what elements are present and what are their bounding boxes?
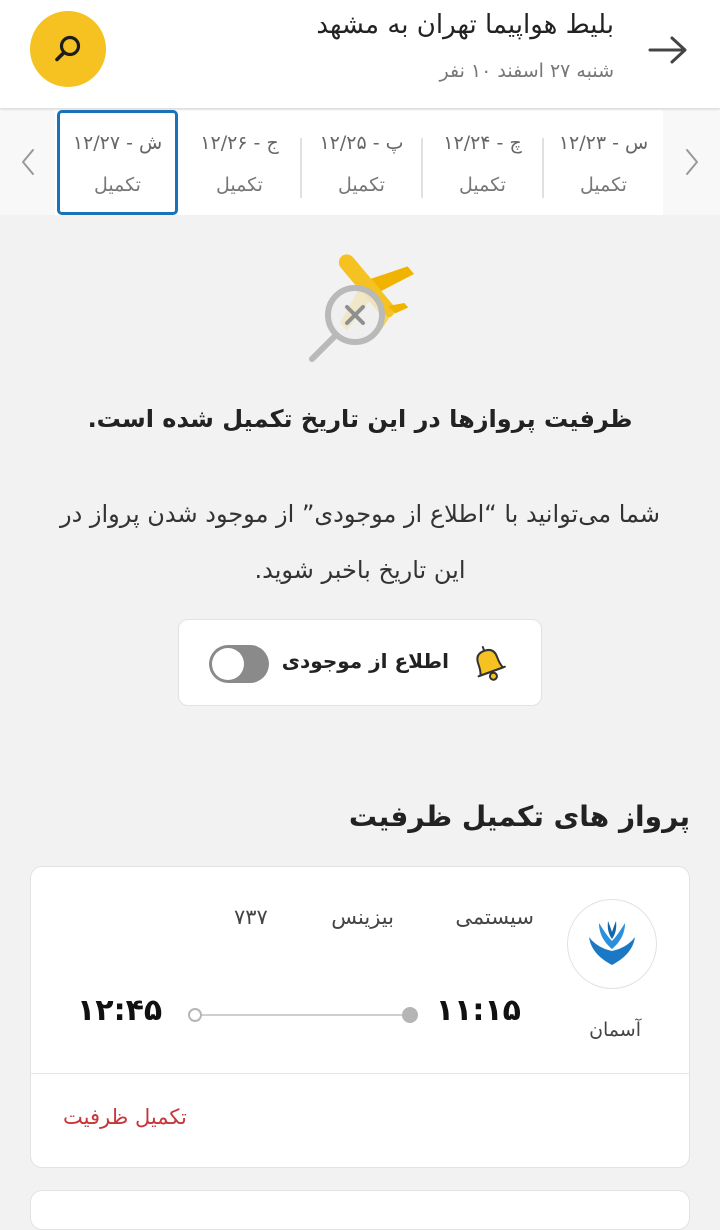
date-label: ش - ۱۲/۲۷ xyxy=(72,132,163,154)
bell-icon xyxy=(476,646,506,681)
toggle-knob xyxy=(212,648,244,680)
departure-time: ۱۱:۱۵ xyxy=(435,993,521,1028)
arrow-right-icon xyxy=(648,36,687,64)
capacity-status-badge: تکمیل ظرفیت xyxy=(63,1105,187,1129)
flight-card[interactable]: آسمان سیستمی بیزینس ۷۳۷ ۱۱:۱۵ ۱۲:۴۵ تکمی… xyxy=(30,866,690,1168)
empty-state-description: شما می‌توانید با “اطلاع از موجودی” از مو… xyxy=(30,486,690,598)
date-selector: ش - ۱۲/۲۷ تکمیل ج - ۱۲/۲۶ تکمیل پ - ۱۲/۲… xyxy=(0,110,720,215)
previous-dates-button[interactable] xyxy=(8,140,48,184)
date-tab[interactable]: ج - ۱۲/۲۶ تکمیل xyxy=(179,110,300,215)
date-status: تکمیل xyxy=(338,174,385,196)
card-divider xyxy=(31,1073,689,1074)
search-summary: شنبه ۲۷ اسفند ۱۰ نفر xyxy=(439,60,614,82)
chevron-left-icon xyxy=(22,149,34,175)
top-bar: بلیط هواپیما تهران به مشهد شنبه ۲۷ اسفند… xyxy=(0,0,720,108)
empty-state-line-2: این تاریخ باخبر شوید. xyxy=(254,556,466,584)
empty-state-line-1: شما می‌توانید با “اطلاع از موجودی” از مو… xyxy=(59,500,660,528)
page-title: بلیط هواپیما تهران به مشهد xyxy=(316,10,614,40)
date-label: پ - ۱۲/۲۵ xyxy=(319,132,404,154)
next-dates-button[interactable] xyxy=(672,140,712,184)
date-tab[interactable]: پ - ۱۲/۲۵ تکمیل xyxy=(301,110,422,215)
no-flights-illustration xyxy=(300,245,420,370)
flight-card-next[interactable] xyxy=(30,1190,690,1230)
search-button[interactable] xyxy=(30,11,106,87)
airline-name: آسمان xyxy=(589,1019,641,1041)
arrival-time: ۱۲:۴۵ xyxy=(77,993,163,1028)
date-status: تکمیل xyxy=(580,174,627,196)
chevron-right-icon xyxy=(686,149,698,175)
search-icon xyxy=(55,35,81,62)
aircraft-model: ۷۳۷ xyxy=(234,905,268,929)
availability-alert-card[interactable]: اطلاع از موجودی xyxy=(178,619,542,706)
date-status: تکمیل xyxy=(459,174,506,196)
availability-alert-toggle[interactable] xyxy=(209,645,269,683)
cabin-class: بیزینس xyxy=(331,905,394,929)
date-label: چ - ۱۲/۲۴ xyxy=(443,132,522,154)
date-tab[interactable]: چ - ۱۲/۲۴ تکمیل xyxy=(422,110,543,215)
route-origin-dot xyxy=(402,1007,418,1023)
date-tab[interactable]: س - ۱۲/۲۳ تکمیل xyxy=(543,110,664,215)
airline-logo xyxy=(567,899,657,989)
aseman-logo-icon xyxy=(589,921,635,965)
full-flights-heading: پرواز های تکمیل ظرفیت xyxy=(348,800,690,833)
route-destination-dot xyxy=(188,1008,202,1022)
back-button[interactable] xyxy=(644,28,692,72)
date-label: ج - ۱۲/۲۶ xyxy=(200,132,279,154)
airplane-magnifier-icon xyxy=(309,254,414,362)
route-line xyxy=(194,1014,412,1016)
date-label: س - ۱۲/۲۳ xyxy=(558,132,649,154)
ticket-type: سیستمی xyxy=(455,905,534,929)
empty-state-title: ظرفیت پروازها در این تاریخ تکمیل شده است… xyxy=(87,405,633,433)
date-status: تکمیل xyxy=(216,174,263,196)
date-list: ش - ۱۲/۲۷ تکمیل ج - ۱۲/۲۶ تکمیل پ - ۱۲/۲… xyxy=(55,110,663,215)
date-tab-selected[interactable]: ش - ۱۲/۲۷ تکمیل xyxy=(57,110,178,215)
date-status: تکمیل xyxy=(94,174,141,196)
availability-alert-label: اطلاع از موجودی xyxy=(281,649,449,673)
